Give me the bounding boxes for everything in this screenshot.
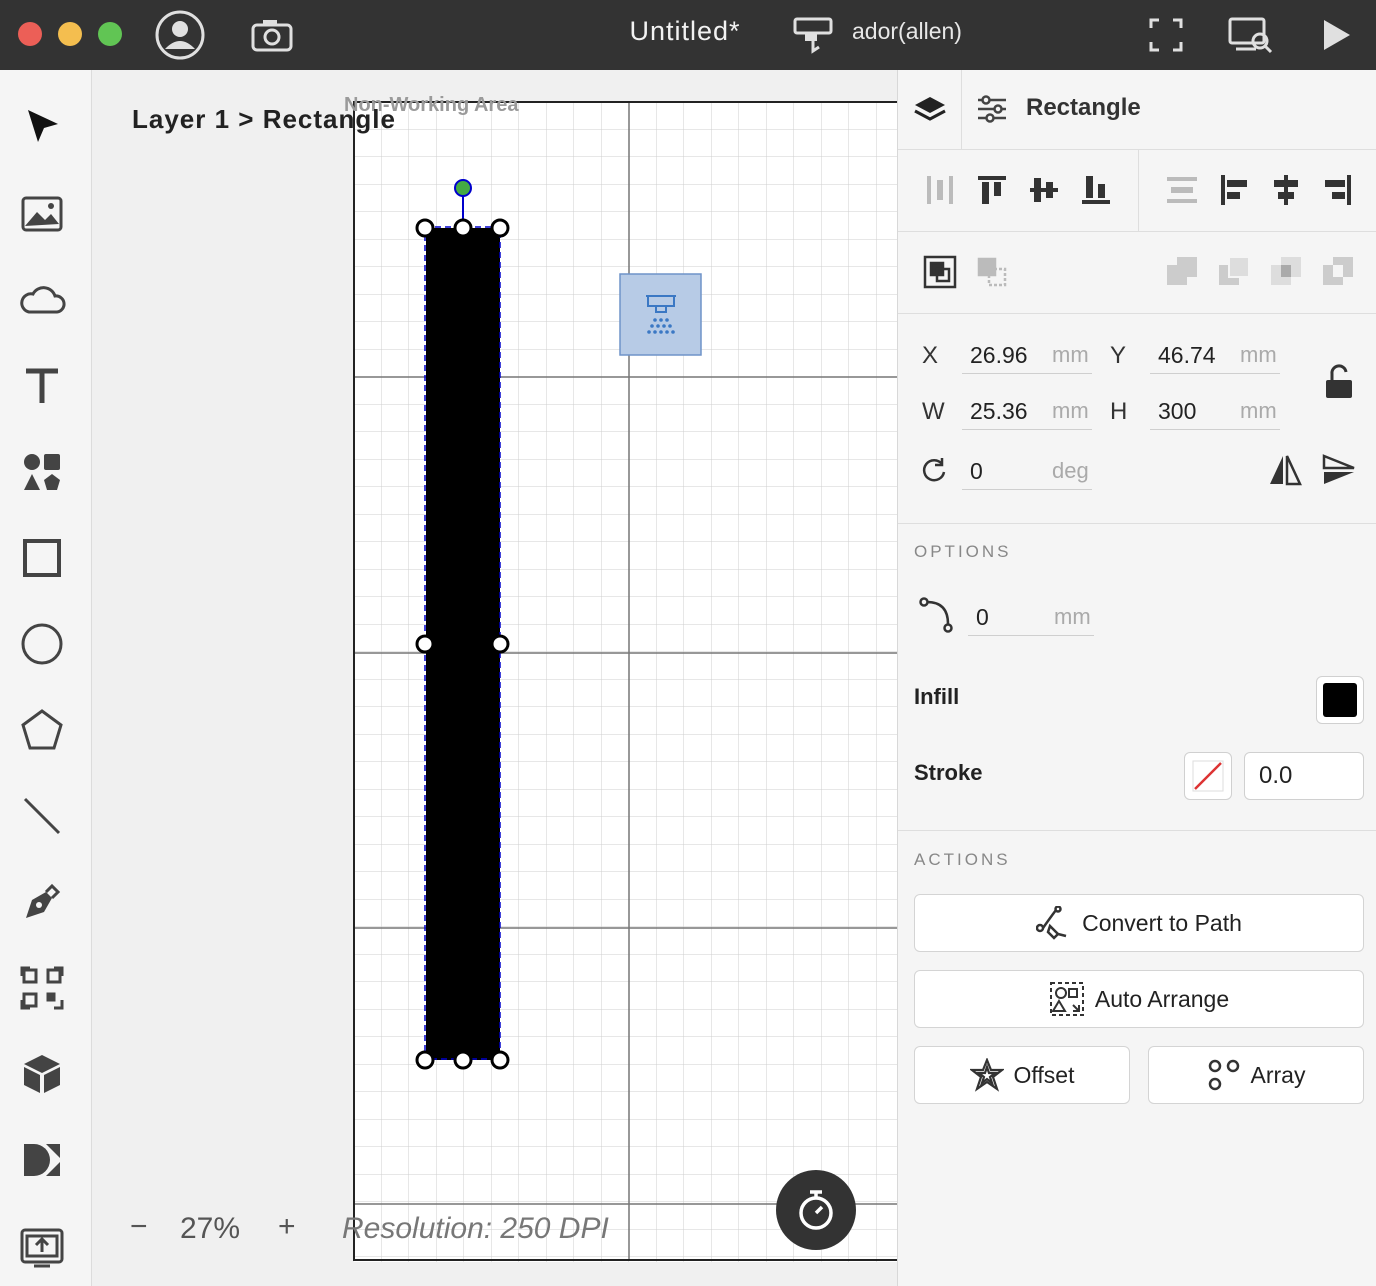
group-icon[interactable]	[918, 250, 962, 294]
zoom-in-button[interactable]: +	[278, 1210, 296, 1244]
rectangle-tool-icon[interactable]	[10, 526, 74, 590]
union-icon[interactable]	[1160, 250, 1204, 294]
options-title: OPTIONS	[914, 542, 1012, 561]
laser-head-marker	[619, 273, 702, 356]
corner-radius-icon	[918, 596, 956, 639]
zoom-level[interactable]: 27%	[180, 1212, 240, 1246]
align-top-icon[interactable]	[970, 168, 1014, 212]
h-unit: mm	[1240, 398, 1277, 423]
auto-arrange-icon	[1049, 982, 1084, 1016]
line-tool-icon[interactable]	[10, 784, 74, 848]
text-tool-icon[interactable]	[10, 354, 74, 418]
layers-icon	[913, 97, 946, 121]
intersect-icon[interactable]	[1264, 250, 1308, 294]
device-name[interactable]: ador(allen)	[852, 0, 962, 64]
infill-swatch	[1323, 683, 1357, 717]
fullscreen-icon[interactable]	[1142, 0, 1190, 70]
y-unit: mm	[1240, 342, 1277, 367]
array-label: Array	[1250, 1061, 1306, 1088]
play-icon[interactable]	[1312, 0, 1360, 70]
cloud-icon[interactable]	[10, 268, 74, 332]
subtract-icon[interactable]	[1212, 250, 1256, 294]
properties-panel: Rectangle X 26.96 mm Y 46.74 mm W 25.36 …	[897, 70, 1376, 1286]
title-bar: Untitled* ador(allen)	[0, 0, 1376, 70]
difference-icon[interactable]	[1316, 250, 1360, 294]
infill-color-button[interactable]	[1316, 676, 1364, 724]
auto-arrange-label: Auto Arrange	[1094, 985, 1230, 1012]
box-3d-icon[interactable]	[10, 1042, 74, 1106]
elements-tool-icon[interactable]	[10, 440, 74, 504]
minimize-window-button[interactable]	[58, 22, 82, 46]
maximize-window-button[interactable]	[98, 22, 122, 46]
align-bottom-icon[interactable]	[1074, 168, 1118, 212]
resolution-label: Resolution: 250 DPI	[342, 1212, 609, 1245]
layers-tab[interactable]	[898, 70, 962, 150]
ungroup-icon[interactable]	[970, 250, 1014, 294]
zoom-out-button[interactable]: −	[130, 1210, 148, 1244]
object-settings-icon[interactable]	[976, 94, 1008, 129]
ellipse-tool-icon[interactable]	[10, 612, 74, 676]
h-label: H	[1110, 398, 1128, 425]
distribute-icon[interactable]	[918, 168, 962, 212]
convert-to-path-button[interactable]: Convert to Path	[914, 894, 1364, 952]
breadcrumb: Layer 1 > Rectangle	[132, 104, 396, 134]
x-label: X	[922, 342, 939, 369]
align-right-icon[interactable]	[1316, 168, 1360, 212]
timer-estimate-button[interactable]	[776, 1170, 856, 1250]
align-middle-icon[interactable]	[1022, 168, 1066, 212]
selected-rectangle[interactable]	[426, 228, 500, 1060]
actions-title: ACTIONS	[914, 850, 1011, 869]
align-left-icon[interactable]	[1212, 168, 1256, 212]
array-icon	[1208, 1059, 1239, 1091]
group-toolbar	[898, 232, 1376, 314]
close-window-button[interactable]	[18, 22, 42, 46]
lock-ratio-icon[interactable]	[1324, 364, 1354, 405]
offset-label: Offset	[1013, 1061, 1075, 1088]
dimensions-section: X 26.96 mm Y 46.74 mm W 25.36 mm H 300 m…	[898, 314, 1376, 524]
qr-code-tool-icon[interactable]	[10, 956, 74, 1020]
corner-radius-unit: mm	[1054, 604, 1091, 629]
polygon-tool-icon[interactable]	[10, 698, 74, 762]
flip-vertical-icon[interactable]	[1322, 454, 1356, 491]
flip-horizontal-icon[interactable]	[1268, 454, 1302, 491]
workspace-canvas[interactable]: Non-Working Area Layer 1 > Rectangle − 2…	[92, 70, 897, 1286]
w-unit: mm	[1052, 398, 1089, 423]
grid-canvas[interactable]	[92, 70, 897, 1286]
y-label: Y	[1110, 342, 1127, 369]
panel-header: Rectangle	[898, 70, 1376, 150]
align-toolbar	[898, 150, 1376, 232]
stopwatch-icon	[799, 1190, 833, 1230]
stroke-color-button[interactable]	[1184, 752, 1232, 800]
machine-select-icon[interactable]	[788, 0, 838, 70]
pen-tool-icon[interactable]	[10, 870, 74, 934]
rotation-unit: deg	[1052, 458, 1089, 483]
align-center-icon[interactable]	[1264, 168, 1308, 212]
stroke-label: Stroke	[914, 760, 983, 785]
select-tool-icon[interactable]	[10, 94, 74, 158]
design-market-icon[interactable]	[10, 1128, 74, 1192]
auto-arrange-button[interactable]: Auto Arrange	[914, 970, 1364, 1028]
rotate-handle[interactable]	[454, 179, 472, 197]
offset-button[interactable]: Offset	[914, 1046, 1130, 1104]
distribute-vertical-icon[interactable]	[1160, 168, 1204, 212]
convert-path-icon	[1036, 906, 1067, 940]
array-button[interactable]: Array	[1148, 1046, 1364, 1104]
document-title: Untitled*	[629, 16, 741, 46]
export-monitor-icon[interactable]	[10, 1214, 74, 1278]
w-label: W	[922, 398, 945, 425]
no-color-icon	[1192, 760, 1224, 792]
offset-star-icon	[969, 1058, 1004, 1092]
preview-search-icon[interactable]	[1222, 0, 1278, 70]
infill-label: Infill	[914, 684, 960, 709]
object-title: Rectangle	[1026, 94, 1141, 121]
image-tool-icon[interactable]	[10, 182, 74, 246]
x-unit: mm	[1052, 342, 1089, 367]
camera-icon[interactable]	[248, 0, 296, 70]
convert-to-path-label: Convert to Path	[1082, 909, 1242, 936]
rotate-icon	[920, 456, 948, 489]
user-account-icon[interactable]	[152, 0, 208, 70]
left-toolbar	[0, 70, 92, 1286]
stroke-width-input[interactable]: 0.0	[1244, 752, 1364, 800]
